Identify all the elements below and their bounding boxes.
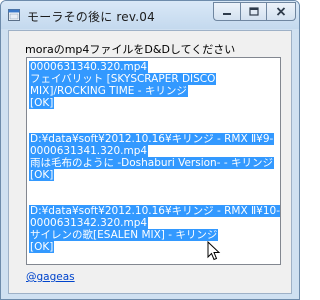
- result-line: 雨は毛布のように -Doshaburi Version- - キリンジ: [29, 157, 274, 169]
- result-line: 0000631342.320.mp4: [29, 217, 149, 229]
- result-line: サイレンの歌[ESALEN MIX] - キリンジ: [29, 229, 219, 241]
- result-status: [OK]: [29, 241, 55, 253]
- client-area: moraのmp4ファイルをD&Dしてください 0000631340.320.mp…: [8, 30, 292, 294]
- result-line: フェイバリット [SKYSCRAPER DISCO: [29, 73, 217, 85]
- instruction-label: moraのmp4ファイルをD&Dしてください: [25, 43, 236, 56]
- maximize-button[interactable]: [240, 2, 266, 21]
- results-text: 0000631340.320.mp4 フェイバリット [SKYSCRAPER D…: [29, 61, 280, 253]
- close-button[interactable]: [266, 2, 296, 21]
- title-bar[interactable]: モーラその後に rev.04: [1, 1, 299, 29]
- result-line: D:¥data¥soft¥2012.10.16¥キリンジ - RMX Ⅱ¥10-: [29, 205, 280, 217]
- result-line: D:¥data¥soft¥2012.10.16¥キリンジ - RMX Ⅱ¥9-: [29, 133, 275, 145]
- result-status: [OK]: [29, 169, 55, 181]
- window-title: モーラその後に rev.04: [27, 10, 155, 24]
- author-link[interactable]: @gageas: [26, 271, 75, 283]
- minimize-button[interactable]: [213, 2, 240, 21]
- mouse-cursor-icon: [207, 241, 221, 261]
- app-window-icon: [8, 9, 20, 21]
- minimize-icon: [223, 12, 231, 15]
- result-line: 0000631340.320.mp4: [29, 61, 149, 73]
- app-window: モーラその後に rev.04 moraのmp4ファイルをD&Dしてください 00…: [0, 0, 300, 300]
- results-textbox[interactable]: 0000631340.320.mp4 フェイバリット [SKYSCRAPER D…: [26, 57, 281, 265]
- maximize-icon: [248, 7, 259, 16]
- result-line: 0000631341.320.mp4: [29, 145, 149, 157]
- result-line: MIX]/ROCKING TIME - キリンジ: [29, 85, 188, 97]
- close-icon: [276, 7, 286, 16]
- result-status: [OK]: [29, 97, 55, 109]
